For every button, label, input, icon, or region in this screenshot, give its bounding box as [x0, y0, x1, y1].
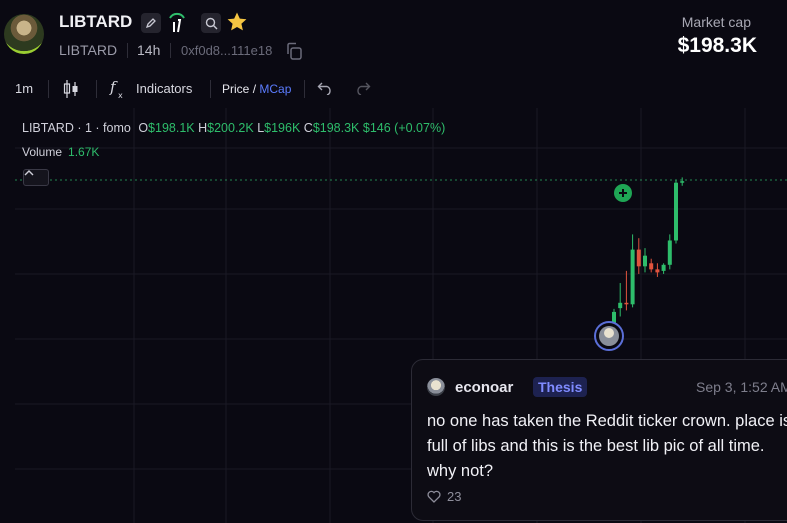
- legend-title: LIBTARD · 1 · fomo: [22, 121, 131, 135]
- candle-body: [643, 255, 647, 267]
- divider: [96, 80, 97, 98]
- token-age: 14h: [137, 42, 161, 58]
- market-cap-value: $198.3K: [677, 34, 757, 57]
- candle-body: [667, 240, 672, 265]
- thesis-badge: Thesis: [533, 377, 588, 397]
- like-count: 23: [447, 489, 462, 504]
- candlestick-type-icon[interactable]: [62, 79, 80, 102]
- token-ticker: LIBTARD: [59, 42, 118, 58]
- svg-text:f: f: [109, 78, 118, 96]
- search-icon[interactable]: [201, 13, 221, 33]
- volume-label: Volume: [22, 145, 63, 159]
- divider: [304, 80, 305, 98]
- toggle-slash: /: [252, 82, 257, 96]
- verified-badge-icon: [167, 12, 187, 34]
- open-key: O: [138, 121, 149, 135]
- close-key: C: [303, 121, 313, 135]
- token-name: LIBTARD: [59, 12, 133, 31]
- candle-body: [618, 302, 623, 309]
- contract-address: 0xf0d8...111e18: [181, 43, 273, 58]
- favorite-star-icon[interactable]: [226, 11, 248, 38]
- candle-body: [655, 269, 660, 273]
- high-key: H: [198, 121, 208, 135]
- divider: [170, 43, 171, 58]
- mcap-option[interactable]: MCap: [259, 82, 291, 96]
- undo-icon[interactable]: [317, 81, 333, 98]
- user-avatar[interactable]: [427, 378, 445, 396]
- heart-icon: [427, 490, 441, 503]
- candle-body: [624, 302, 629, 305]
- candle-body: [649, 263, 654, 270]
- high-value: $200.2K: [207, 121, 254, 135]
- comment-marker-avatar: [594, 321, 624, 351]
- volume-value: 1.67K: [68, 145, 100, 159]
- divider: [210, 80, 211, 98]
- comment-username[interactable]: econoar: [455, 379, 513, 396]
- chevron-up-icon: [24, 170, 34, 176]
- candle-body: [680, 181, 685, 183]
- low-value: $196K: [264, 121, 301, 135]
- chart-legend: LIBTARD · 1 · fomo O$198.1K H$200.2K L$1…: [22, 121, 445, 135]
- candle-body: [636, 249, 641, 267]
- close-value: $198.3K: [312, 121, 360, 135]
- open-value: $198.1K: [148, 121, 195, 135]
- comment-card[interactable]: econoar Thesis Sep 3, 1:52 AM no one has…: [411, 359, 787, 521]
- token-avatar: [4, 14, 44, 54]
- copy-icon[interactable]: [285, 42, 303, 65]
- comment-text: no one has taken the Reddit ticker crown…: [427, 412, 787, 480]
- edit-icon[interactable]: [141, 13, 161, 33]
- interval-button[interactable]: 1m: [15, 81, 33, 96]
- collapse-legend-button[interactable]: [23, 169, 49, 186]
- indicators-button[interactable]: Indicators: [136, 81, 192, 96]
- candle-body: [674, 182, 678, 241]
- buy-marker-icon: [614, 184, 632, 202]
- like-button[interactable]: 23: [427, 489, 461, 504]
- candle-body: [661, 264, 666, 271]
- indicators-fx-icon[interactable]: fx: [109, 78, 129, 103]
- divider: [127, 43, 128, 58]
- price-toggle[interactable]: Price / MCap: [222, 82, 291, 96]
- chart-toolbar: 1m fx Indicators Price / MCap: [0, 74, 787, 104]
- candle-body: [630, 249, 635, 305]
- comment-timestamp: Sep 3, 1:52 AM: [696, 379, 787, 395]
- redo-icon[interactable]: [355, 81, 371, 98]
- volume-legend: Volume 1.67K: [22, 145, 99, 159]
- divider: [48, 80, 49, 98]
- token-header: LIBTARD LIBTARD 14h 0xf0d8...111e18 Mark…: [0, 0, 787, 70]
- svg-text:x: x: [118, 91, 123, 100]
- change-value: $146 (+0.07%): [362, 121, 446, 135]
- market-cap-label: Market cap: [681, 14, 751, 30]
- price-option[interactable]: Price: [222, 82, 249, 96]
